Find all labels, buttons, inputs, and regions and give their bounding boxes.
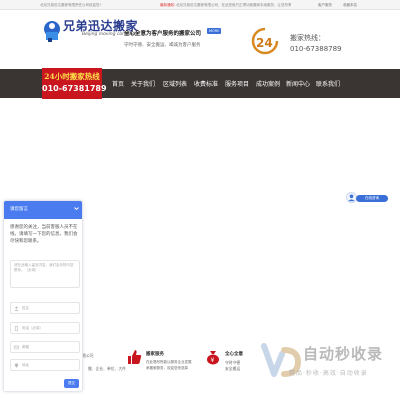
email-placeholder: 邮箱	[22, 345, 29, 349]
favorite-link[interactable]: 收藏本站	[343, 3, 357, 8]
name-field[interactable]: 姓名	[10, 302, 80, 314]
address-placeholder: 地址	[22, 363, 29, 367]
message-textarea[interactable]: 请在此输入留言内容，我们会尽快与您联系。（必填）	[10, 260, 80, 288]
bottom-col2-title: 搬家服务	[146, 352, 164, 357]
nav-item-contact[interactable]: 联系我们	[316, 79, 340, 88]
bottom-col1-line2: 搬、企业、单位、大件	[88, 366, 126, 371]
hotline-number[interactable]: 010-67388789	[290, 45, 342, 53]
mail-icon	[14, 345, 19, 350]
money-bag-icon: ¥	[207, 351, 219, 365]
bottom-col3-title: 全心全意	[225, 352, 243, 357]
submit-button[interactable]: 提交	[64, 379, 79, 388]
email-field[interactable]: 邮箱	[10, 341, 80, 353]
nav-item-about[interactable]: 关于我们	[131, 79, 155, 88]
logo-icon[interactable]	[41, 18, 63, 44]
user-icon	[14, 306, 19, 311]
watermark-title: 自动秒收录	[303, 345, 384, 363]
24-hour-badge-icon: 24	[251, 27, 279, 55]
phone-field[interactable]: 电话（必填）	[10, 322, 80, 334]
hotline-banner-title: 24小时搬家热线	[44, 72, 100, 81]
subslogan: 守时守德、安全搬运、竭诚为客户服务	[124, 43, 201, 48]
online-consult-button[interactable]: 在线咨询	[344, 192, 392, 206]
phone-icon	[14, 326, 19, 331]
watermark-subtitle: 精品·秒收·高效·自动收录	[289, 370, 368, 377]
hotline-label: 搬家热线：	[290, 34, 325, 42]
nav-item-cases[interactable]: 成功案例	[256, 79, 280, 88]
badge-text: 24	[256, 36, 273, 50]
customer-service-link[interactable]: 客户服务	[318, 3, 332, 8]
chat-message: 感谢您的关注，当前客服人员不在线，请填写一下您的信息，我们会尽快和您联系。	[10, 225, 78, 244]
online-consult-label: 在线咨询	[356, 195, 388, 202]
slogan-badge: MORE	[207, 28, 222, 34]
address-field[interactable]: 地址	[10, 359, 80, 371]
location-icon	[14, 363, 19, 368]
nav-item-home[interactable]: 首页	[112, 79, 124, 88]
thumbs-up-icon	[128, 350, 142, 364]
nav-item-services[interactable]: 服务项目	[225, 79, 249, 88]
nav-item-news[interactable]: 新闻中心	[286, 79, 310, 88]
hotline-banner[interactable]: 24小时搬家热线 010-67381789	[42, 68, 107, 99]
hotline-banner-number: 010-67381789	[42, 84, 107, 93]
notice-label: 最新通知：	[160, 3, 178, 7]
page: 北京兄弟迅达搬家有限责任公司欢迎您! 最新通知： 北京兄弟迅达搬家有限公司，在此…	[0, 0, 400, 400]
nav-item-areas[interactable]: 区域列表	[163, 79, 187, 88]
bottom-col3-line2: 安全搬运	[225, 366, 241, 371]
chat-header: 请您留言	[4, 201, 82, 219]
welcome-text: 北京兄弟迅达搬家有限责任公司欢迎您!	[40, 3, 101, 7]
svg-text:¥: ¥	[211, 357, 215, 364]
nav-item-pricing[interactable]: 收费标准	[194, 79, 218, 88]
phone-placeholder: 电话（必填）	[22, 326, 43, 330]
leave-message-widget: 请您留言 感谢您的关注，当前客服人员不在线，请填写一下您的信息，我们会尽快和您联…	[3, 200, 83, 392]
chat-title: 请您留言	[10, 207, 28, 212]
slogan: 全心全意为客户服务的搬家公司	[124, 31, 202, 37]
bottom-col2-line1: 在此竭尽所能以服务企业发展	[146, 360, 192, 364]
notice-text: 北京兄弟迅达搬家有限公司，在此您就只正得功致搬家手续服务，让您尽享一站式搬家服务…	[176, 3, 291, 7]
name-placeholder: 姓名	[22, 306, 29, 310]
bottom-col2-line2: 承搬家服务，欢迎您来选择	[146, 366, 188, 370]
chevron-down-icon[interactable]	[73, 205, 80, 212]
top-bar: 北京兄弟迅达搬家有限责任公司欢迎您! 最新通知： 北京兄弟迅达搬家有限公司，在此…	[0, 0, 400, 10]
